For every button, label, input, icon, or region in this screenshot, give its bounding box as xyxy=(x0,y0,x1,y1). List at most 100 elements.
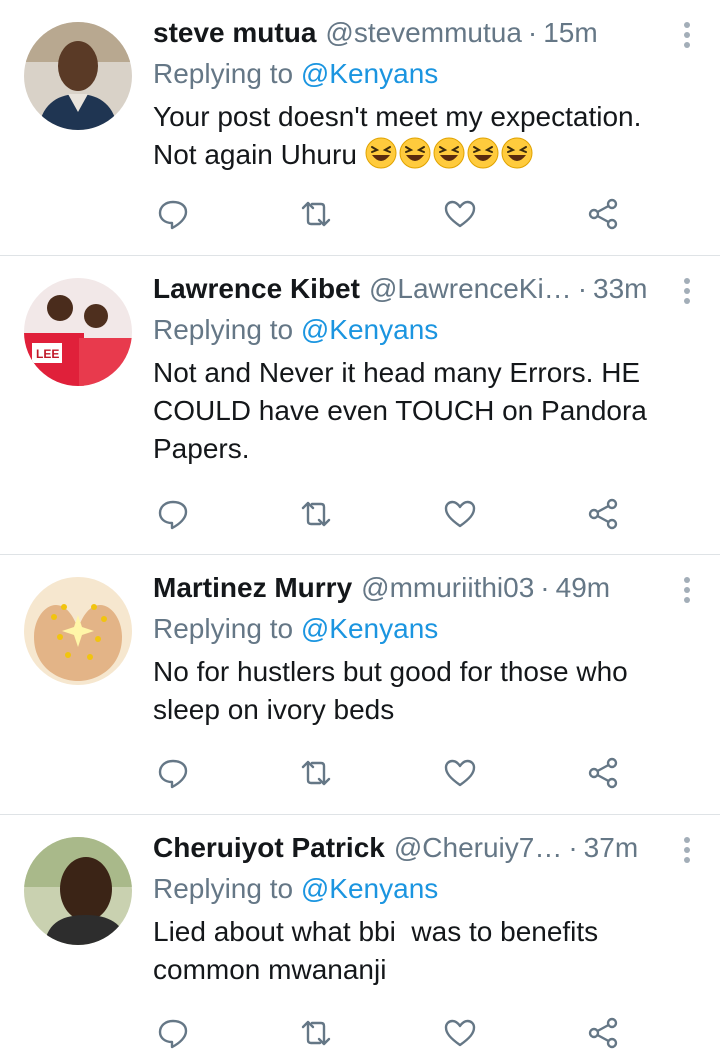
replying-to-label: Replying to xyxy=(153,873,294,904)
share-button[interactable] xyxy=(583,194,623,234)
reply-feed: steve mutua @stevemmutua · 15m Replying … xyxy=(0,0,720,1049)
replying-to: Replying to @Kenyans xyxy=(153,611,700,647)
reply-button[interactable] xyxy=(153,753,193,793)
user-handle[interactable]: @LawrenceKi… xyxy=(369,270,572,308)
more-dot xyxy=(684,857,690,863)
display-name[interactable]: steve mutua xyxy=(153,14,316,52)
tweet[interactable]: steve mutua @stevemmutua · 15m Replying … xyxy=(0,0,720,256)
like-icon xyxy=(444,500,475,528)
mention-link[interactable]: @Kenyans xyxy=(301,314,438,345)
share-icon xyxy=(588,1017,618,1049)
avatar[interactable]: LEE xyxy=(24,278,132,386)
tweet-text: Your post doesn't meet my expectation. N… xyxy=(153,98,700,174)
like-icon xyxy=(444,200,475,228)
like-button[interactable] xyxy=(440,494,480,534)
timestamp[interactable]: 49m xyxy=(556,569,610,607)
tweet[interactable]: Cheruiyot Patrick @Cheruiy7… · 37m Reply… xyxy=(0,815,720,1049)
retweet-button[interactable] xyxy=(296,194,336,234)
retweet-icon xyxy=(302,501,331,527)
user-handle[interactable]: @mmuriithi03 xyxy=(361,569,534,607)
timestamp[interactable]: 37m xyxy=(584,829,638,867)
retweet-button[interactable] xyxy=(296,1013,336,1053)
replying-to: Replying to @Kenyans xyxy=(153,871,700,907)
grinning-squinting-face-icon xyxy=(399,137,431,169)
separator-dot: · xyxy=(540,572,550,603)
display-name[interactable]: Martinez Murry xyxy=(153,569,352,607)
more-dot xyxy=(684,288,690,294)
like-button[interactable] xyxy=(440,1013,480,1053)
tweet-actions xyxy=(153,194,623,234)
grinning-squinting-face-icon xyxy=(467,137,499,169)
grinning-squinting-face-icon xyxy=(365,137,397,169)
reply-icon xyxy=(158,500,188,530)
more-dot xyxy=(684,587,690,593)
mention-link[interactable]: @Kenyans xyxy=(301,58,438,89)
more-dot xyxy=(684,577,690,583)
replying-to-label: Replying to xyxy=(153,58,294,89)
mention-link[interactable]: @Kenyans xyxy=(301,873,438,904)
grinning-squinting-face-icon xyxy=(433,137,465,169)
more-dot xyxy=(684,847,690,853)
share-icon xyxy=(588,757,618,789)
replying-to-label: Replying to xyxy=(153,613,294,644)
tweet-text: No for hustlers but good for those who s… xyxy=(153,656,628,725)
avatar[interactable] xyxy=(24,22,132,130)
tweet-text: Not and Never it head many Errors. HE CO… xyxy=(153,357,647,464)
reply-icon xyxy=(158,200,188,230)
retweet-button[interactable] xyxy=(296,753,336,793)
like-icon xyxy=(444,759,475,787)
more-dot xyxy=(684,42,690,48)
reply-button[interactable] xyxy=(153,494,193,534)
more-dot xyxy=(684,22,690,28)
like-icon xyxy=(444,1019,475,1047)
timestamp[interactable]: 15m xyxy=(543,14,597,52)
separator-dot: · xyxy=(527,17,538,48)
tweet-actions xyxy=(153,494,623,534)
emoji-group xyxy=(365,137,533,169)
tweet[interactable]: LEE Lawrence Kibet @LawrenceKi… · 33m Re… xyxy=(0,256,720,555)
share-button[interactable] xyxy=(583,1013,623,1053)
reply-icon xyxy=(158,759,188,789)
svg-text:LEE: LEE xyxy=(36,347,59,361)
share-icon xyxy=(588,498,618,530)
more-options-button[interactable] xyxy=(660,575,700,615)
user-handle[interactable]: @stevemmutua xyxy=(325,14,522,52)
reply-button[interactable] xyxy=(153,194,193,234)
share-button[interactable] xyxy=(583,753,623,793)
more-dot xyxy=(684,837,690,843)
more-dot xyxy=(684,597,690,603)
like-button[interactable] xyxy=(440,753,480,793)
user-handle[interactable]: @Cheruiy7… xyxy=(394,829,562,867)
more-dot xyxy=(684,278,690,284)
timestamp[interactable]: 33m xyxy=(593,270,647,308)
share-button[interactable] xyxy=(583,494,623,534)
reply-button[interactable] xyxy=(153,1013,193,1053)
separator-dot: · xyxy=(577,273,588,304)
like-button[interactable] xyxy=(440,194,480,234)
grinning-squinting-face-icon xyxy=(501,137,533,169)
more-dot xyxy=(684,298,690,304)
replying-to-label: Replying to xyxy=(153,314,294,345)
retweet-button[interactable] xyxy=(296,494,336,534)
display-name[interactable]: Cheruiyot Patrick xyxy=(153,829,385,867)
more-options-button[interactable] xyxy=(660,276,700,316)
more-options-button[interactable] xyxy=(660,835,700,875)
tweet-text: Lied about what bbi was to benefits comm… xyxy=(153,916,599,985)
avatar[interactable] xyxy=(24,577,132,685)
avatar[interactable] xyxy=(24,837,132,945)
retweet-icon xyxy=(302,760,331,786)
tweet-actions xyxy=(153,1013,623,1053)
tweet[interactable]: Martinez Murry @mmuriithi03 · 49m Replyi… xyxy=(0,555,720,815)
mention-link[interactable]: @Kenyans xyxy=(301,613,438,644)
more-options-button[interactable] xyxy=(660,20,700,60)
display-name[interactable]: Lawrence Kibet xyxy=(153,270,360,308)
share-icon xyxy=(588,198,618,230)
tweet-actions xyxy=(153,753,623,793)
more-dot xyxy=(684,32,690,38)
replying-to: Replying to @Kenyans xyxy=(153,312,700,348)
replying-to: Replying to @Kenyans xyxy=(153,56,700,92)
separator-dot: · xyxy=(568,832,578,863)
retweet-icon xyxy=(302,201,331,227)
retweet-icon xyxy=(302,1020,331,1046)
reply-icon xyxy=(158,1019,188,1049)
